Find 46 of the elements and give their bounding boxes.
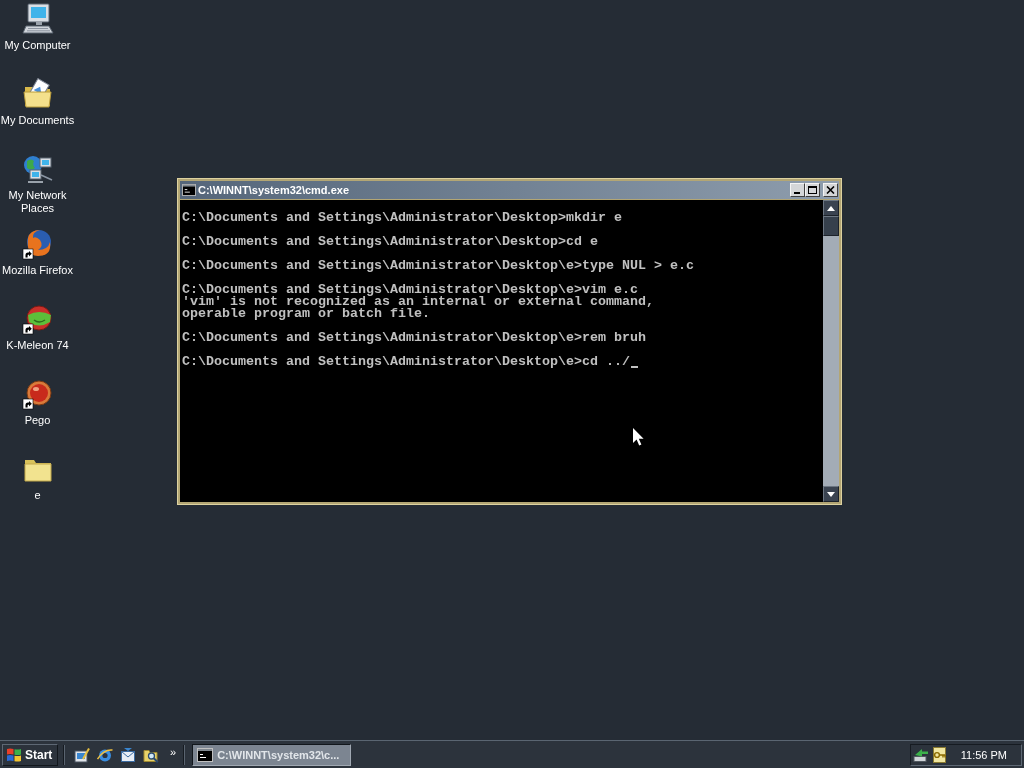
scrollbar[interactable] (823, 200, 839, 502)
scrollbar-thumb[interactable] (823, 216, 839, 236)
console-line: C:\Documents and Settings\Administrator\Desktop\e>rem bruh (182, 332, 646, 344)
swoosh-ring-icon[interactable] (97, 746, 113, 763)
close-icon (826, 186, 835, 194)
flag-icon (6, 746, 22, 763)
desktop-icon-label[interactable]: My Network Places (0, 189, 75, 215)
maximize-icon (808, 186, 817, 194)
console-window-icon (182, 184, 196, 196)
scroll-up-button[interactable] (823, 200, 839, 216)
down-arrow-icon (827, 491, 835, 497)
console-line: C:\Documents and Settings\Administrator\Desktop\e>vim e.c (182, 284, 638, 296)
console-line: operable program or batch file. (182, 308, 430, 320)
fox-globe-icon[interactable] (21, 228, 54, 260)
text-caret-icon (630, 366, 638, 368)
console-line: 'vim' is not recognized as an internal or external command, (182, 296, 654, 308)
console-line: C:\Documents and Settings\Administrator\Desktop>mkdir e (182, 212, 622, 224)
console-line: C:\Documents and Settings\Administrator\Desktop>cd e (182, 236, 598, 248)
maximize-button[interactable] (805, 183, 820, 197)
envelope-icon[interactable] (120, 746, 136, 763)
up-arrow-icon (827, 205, 835, 211)
minimize-button[interactable] (790, 183, 805, 197)
computer-icon[interactable] (21, 3, 54, 35)
globe-computers-icon[interactable] (21, 153, 54, 185)
start-button[interactable]: Start (2, 743, 58, 766)
arrow-device-icon[interactable] (913, 746, 929, 763)
desktop-icon-label[interactable]: Mozilla Firefox (2, 264, 73, 277)
chameleon-ball-icon[interactable] (21, 303, 54, 335)
desktop-icon-label[interactable]: e (34, 489, 41, 502)
desktop-icon-label[interactable]: My Computer (4, 39, 71, 52)
clock: 11:56 PM (960, 748, 1007, 761)
console-line: C:\Documents and Settings\Administrator\Desktop\e>cd ../ (182, 356, 630, 368)
console-window-icon (197, 747, 214, 762)
ball-icon[interactable] (21, 378, 54, 410)
folder-document-icon[interactable] (21, 78, 54, 110)
screen-pencil-icon[interactable] (74, 746, 90, 763)
desktop-icon-label[interactable]: K-Meleon 74 (6, 339, 69, 352)
more-button[interactable]: » (168, 745, 179, 758)
desktop-icon-label[interactable]: Pego (24, 414, 51, 427)
window-title: C:\WINNT\system32\cmd.exe (198, 184, 350, 196)
console-line: C:\Documents and Settings\Administrator\Desktop\e>type NUL > e.c (182, 260, 694, 272)
close-button[interactable] (823, 183, 838, 197)
desktop-icon-label[interactable]: My Documents (0, 114, 75, 127)
scroll-down-button[interactable] (823, 486, 839, 502)
key-document-icon[interactable] (932, 746, 948, 763)
mouse-pointer-icon (633, 428, 644, 446)
